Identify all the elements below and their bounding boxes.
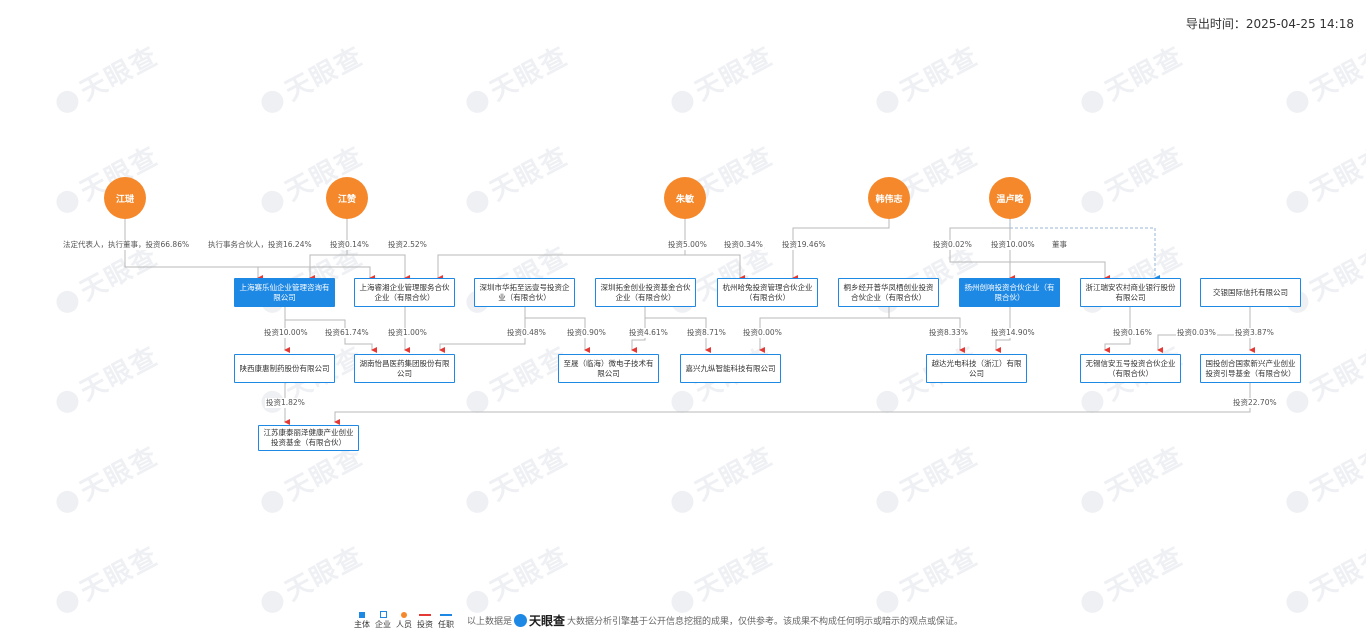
edge-label: 投资14.90%	[990, 328, 1036, 338]
company-node[interactable]: 浙江瑞安农村商业银行股份有限公司	[1080, 278, 1181, 307]
footer-disclaimer: 大数据分析引擎基于公开信息挖掘的成果，仅供参考。该成果不构成任何明示或暗示的观点…	[567, 616, 964, 627]
edge-label: 投资19.46%	[781, 240, 827, 250]
person-node[interactable]: 江琎	[104, 177, 146, 219]
legend-label: 主体	[354, 620, 370, 629]
person-dot-icon	[401, 611, 407, 618]
edge-label: 投资0.34%	[723, 240, 764, 250]
company-node[interactable]: 湖南怡昌医药集团股份有限公司	[354, 354, 455, 383]
edge-label: 投资2.52%	[387, 240, 428, 250]
company-node[interactable]: 嘉兴九纵智能科技有限公司	[680, 354, 781, 383]
company-node[interactable]: 上海睿湘企业管理服务合伙企业（有限合伙）	[354, 278, 455, 307]
edge-label: 投资1.00%	[387, 328, 428, 338]
person-node[interactable]: 温卢略	[989, 177, 1031, 219]
brand-name: 天眼查	[529, 613, 566, 628]
edge-label: 投资0.14%	[329, 240, 370, 250]
legend-item-company: 企业	[375, 610, 391, 630]
company-node[interactable]: 国投创合国家新兴产业创业投资引导基金（有限合伙）	[1200, 354, 1301, 383]
company-node[interactable]: 越达光电科技（浙江）有限公司	[926, 354, 1027, 383]
legend-label: 投资	[417, 620, 433, 629]
edge-label: 投资3.87%	[1234, 328, 1275, 338]
edge-label: 投资0.90%	[566, 328, 607, 338]
company-node[interactable]: 无锡信安五号投资合伙企业（有限合伙）	[1080, 354, 1181, 383]
edge-label: 执行事务合伙人，投资16.24%	[207, 240, 313, 250]
legend-label: 企业	[375, 620, 391, 629]
company-square-icon	[379, 611, 387, 618]
company-node-main[interactable]: 扬州创响投资合伙企业（有限合伙）	[959, 278, 1060, 307]
edge-label: 投资10.00%	[263, 328, 309, 338]
edge-label: 投资0.00%	[742, 328, 783, 338]
company-node[interactable]: 交银国际信托有限公司	[1200, 278, 1301, 307]
legend-item-invest: 投资	[417, 610, 433, 630]
company-node[interactable]: 陕西康惠制药股份有限公司	[234, 354, 335, 383]
legend-label: 任职	[438, 620, 454, 629]
edge-label: 投资5.00%	[667, 240, 708, 250]
company-node-main[interactable]: 上海赛乐仙企业管理咨询有限公司	[234, 278, 335, 307]
company-node[interactable]: 深圳拓金创业投资基金合伙企业（有限合伙）	[595, 278, 696, 307]
company-node[interactable]: 深圳市华拓至远壹号投资企业（有限合伙）	[474, 278, 575, 307]
edge-label: 投资1.82%	[265, 398, 306, 408]
edge-label: 投资0.48%	[506, 328, 547, 338]
edge-label: 投资4.61%	[628, 328, 669, 338]
edge-label: 法定代表人，执行董事，投资66.86%	[62, 240, 191, 250]
edge-label: 投资0.02%	[932, 240, 973, 250]
main-square-icon	[359, 611, 365, 618]
edge-label: 投资61.74%	[324, 328, 370, 338]
edge-label: 投资22.70%	[1232, 398, 1278, 408]
invest-arrow-icon	[419, 613, 431, 616]
tianyancha-logo-icon	[514, 613, 528, 627]
person-node[interactable]: 江赞	[326, 177, 368, 219]
edge-label: 投资8.33%	[928, 328, 969, 338]
edge-label: 投资0.03%	[1176, 328, 1217, 338]
company-node[interactable]: 杭州哈兔投资管理合伙企业（有限合伙）	[717, 278, 818, 307]
legend-item-main: 主体	[354, 610, 370, 630]
company-node[interactable]: 至晟（临海）微电子技术有限公司	[558, 354, 659, 383]
footer-prefix: 以上数据是	[467, 616, 513, 627]
edge-label: 投资0.16%	[1112, 328, 1153, 338]
edge-label: 投资10.00%	[990, 240, 1036, 250]
legend-item-person: 人员	[396, 610, 412, 630]
position-arrow-icon	[440, 613, 452, 616]
brand-logo: 天眼查	[514, 612, 565, 629]
legend-label: 人员	[396, 620, 412, 629]
person-node[interactable]: 朱敏	[664, 177, 706, 219]
company-node[interactable]: 桐乡经开普华凤栖创业投资合伙企业（有限合伙）	[838, 278, 939, 307]
person-node[interactable]: 韩伟志	[868, 177, 910, 219]
company-node[interactable]: 江苏康泰丽泽健康产业创业投资基金（有限合伙）	[258, 425, 359, 451]
legend-item-position: 任职	[438, 610, 454, 630]
edge-label: 投资8.71%	[686, 328, 727, 338]
footer: 主体 企业 人员 投资 任职 以上数据是 天眼查 大数据分析引擎基于公开信息挖掘…	[354, 610, 963, 630]
connector-lines	[124, 218, 1255, 425]
edge-label: 董事	[1051, 240, 1068, 250]
legend: 主体 企业 人员 投资 任职	[354, 610, 459, 630]
